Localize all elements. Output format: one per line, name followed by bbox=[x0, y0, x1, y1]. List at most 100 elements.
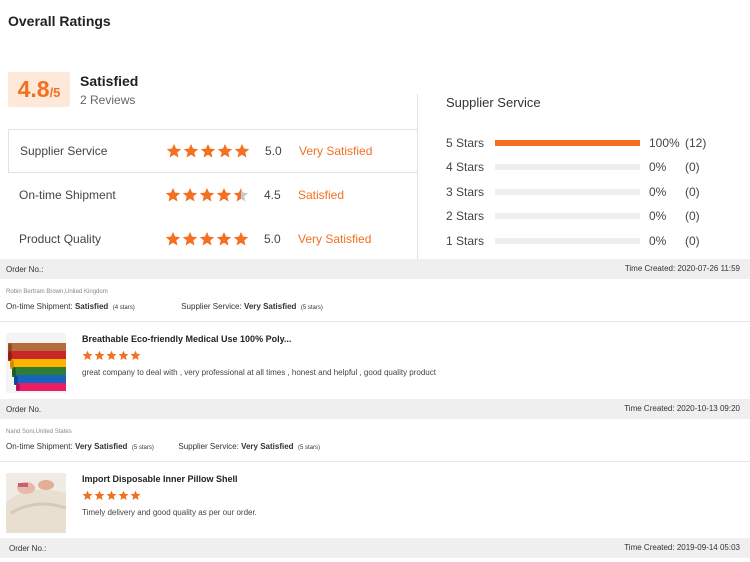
review-comment: Timely delivery and good quality as per … bbox=[82, 508, 257, 517]
histogram-label: 4 Stars bbox=[446, 160, 485, 174]
histogram-percent: 0% bbox=[649, 160, 667, 174]
histogram-count: (0) bbox=[685, 234, 700, 248]
shipment-value: Very Satisfied bbox=[74, 442, 128, 451]
service-label: Supplier Service: bbox=[178, 442, 239, 451]
rating-breakdown: Supplier Service 5.0 Very Satisfied On-t… bbox=[8, 94, 418, 260]
histogram-percent: 0% bbox=[649, 234, 667, 248]
rating-stars bbox=[165, 187, 249, 203]
histogram-bar bbox=[495, 238, 640, 244]
rating-stars bbox=[166, 143, 250, 159]
star-full-icon bbox=[118, 350, 129, 361]
histogram-count: (0) bbox=[685, 160, 700, 174]
star-full-icon bbox=[216, 187, 232, 203]
product-title-link[interactable]: Import Disposable Inner Pillow Shell bbox=[82, 474, 238, 484]
star-full-icon bbox=[106, 490, 117, 501]
star-full-icon bbox=[118, 490, 129, 501]
histogram-label: 3 Stars bbox=[446, 185, 485, 199]
divider bbox=[0, 461, 750, 462]
rating-desc: Very Satisfied bbox=[298, 232, 372, 246]
star-full-icon bbox=[166, 143, 182, 159]
overall-ratings-title: Overall Ratings bbox=[8, 13, 111, 29]
histogram-percent: 100% bbox=[649, 136, 680, 150]
rating-row: On-time Shipment 4.5 Satisfied bbox=[8, 173, 418, 217]
star-full-icon bbox=[94, 490, 105, 501]
histogram-row: 4 Stars 0% (0) bbox=[446, 158, 736, 176]
divider bbox=[0, 321, 750, 322]
histogram-label: 5 Stars bbox=[446, 136, 485, 150]
service-stars: (5 stars) bbox=[300, 305, 323, 311]
order-header: Order No.: Time Created: 2019-09-14 05:0… bbox=[0, 538, 750, 558]
histogram-count: (0) bbox=[685, 209, 700, 223]
shipment-label: On-time Shipment: bbox=[6, 442, 73, 451]
order-time-created: Time Created: 2020-10-13 09:20 bbox=[624, 404, 740, 413]
histogram-bar bbox=[495, 164, 640, 170]
order-time-created: Time Created: 2019-09-14 05:03 bbox=[624, 543, 740, 552]
star-full-icon bbox=[199, 187, 215, 203]
satisfaction-label: Satisfied bbox=[80, 73, 139, 89]
service-stars: (5 stars) bbox=[298, 445, 321, 451]
order-header: Order No.: Time Created: 2020-07-26 11:5… bbox=[0, 259, 750, 279]
star-full-icon bbox=[130, 490, 141, 501]
star-full-icon bbox=[165, 187, 181, 203]
review-comment: great company to deal with , very profes… bbox=[82, 368, 436, 377]
rating-score: 5.0 bbox=[265, 144, 282, 158]
histogram-count: (12) bbox=[685, 136, 707, 150]
star-full-icon bbox=[234, 143, 250, 159]
product-title-link[interactable]: Breathable Eco-friendly Medical Use 100%… bbox=[82, 334, 291, 344]
rating-row: Supplier Service 5.0 Very Satisfied bbox=[8, 129, 418, 173]
histogram-percent: 0% bbox=[649, 209, 667, 223]
product-rating-stars bbox=[82, 490, 141, 501]
rating-desc: Satisfied bbox=[298, 188, 345, 202]
histogram-bar bbox=[495, 189, 640, 195]
order-number-label: Order No. bbox=[6, 405, 42, 414]
histogram-row: 5 Stars 100% (12) bbox=[446, 134, 736, 152]
service-value: Very Satisfied bbox=[241, 442, 294, 451]
order-header: Order No. Time Created: 2020-10-13 09:20 bbox=[0, 399, 750, 419]
star-full-icon bbox=[199, 231, 215, 247]
histogram-bar bbox=[495, 140, 640, 146]
shipment-stars: (4 stars) bbox=[112, 305, 135, 311]
order-number-label: Order No.: bbox=[9, 544, 47, 553]
star-full-icon bbox=[183, 143, 199, 159]
rating-desc: Very Satisfied bbox=[299, 144, 373, 158]
order-number-label: Order No.: bbox=[6, 265, 44, 274]
star-full-icon bbox=[182, 187, 198, 203]
star-full-icon bbox=[130, 350, 141, 361]
review-meta: On-time Shipment: Satisfied (4 stars) Su… bbox=[6, 302, 323, 311]
service-value: Very Satisfied bbox=[243, 302, 297, 311]
histogram-label: 2 Stars bbox=[446, 209, 485, 223]
histogram-percent: 0% bbox=[649, 185, 667, 199]
star-full-icon bbox=[82, 350, 93, 361]
pillow-image[interactable] bbox=[6, 473, 66, 533]
rating-label: Product Quality bbox=[19, 232, 102, 246]
star-full-icon bbox=[233, 231, 249, 247]
rating-row: Product Quality 5.0 Very Satisfied bbox=[8, 217, 418, 261]
product-rating-stars bbox=[82, 350, 141, 361]
star-full-icon bbox=[200, 143, 216, 159]
star-full-icon bbox=[94, 350, 105, 361]
rating-score: 4.5 bbox=[264, 188, 281, 202]
fabric-rolls-image[interactable] bbox=[6, 333, 66, 393]
star-half-icon bbox=[233, 187, 249, 203]
reviewer-name: Robin Bertram Brown,United Kingdom bbox=[6, 289, 108, 295]
histogram-bar bbox=[495, 213, 640, 219]
histogram-title: Supplier Service bbox=[446, 95, 541, 110]
order-time-created: Time Created: 2020-07-26 11:59 bbox=[624, 264, 740, 273]
histogram-count: (0) bbox=[685, 185, 700, 199]
rating-score: 5.0 bbox=[264, 232, 281, 246]
rating-label: On-time Shipment bbox=[19, 188, 116, 202]
shipment-stars: (5 stars) bbox=[131, 445, 154, 451]
star-full-icon bbox=[106, 350, 117, 361]
star-full-icon bbox=[82, 490, 93, 501]
rating-stars bbox=[165, 231, 249, 247]
star-full-icon bbox=[217, 143, 233, 159]
star-full-icon bbox=[182, 231, 198, 247]
shipment-value: Satisfied bbox=[74, 302, 109, 311]
rating-label: Supplier Service bbox=[20, 144, 108, 158]
histogram-row: 1 Stars 0% (0) bbox=[446, 232, 736, 250]
review-meta: On-time Shipment: Very Satisfied (5 star… bbox=[6, 442, 320, 451]
histogram-fill bbox=[495, 140, 640, 146]
star-full-icon bbox=[216, 231, 232, 247]
histogram-row: 3 Stars 0% (0) bbox=[446, 183, 736, 201]
service-label: Supplier Service: bbox=[181, 302, 242, 311]
